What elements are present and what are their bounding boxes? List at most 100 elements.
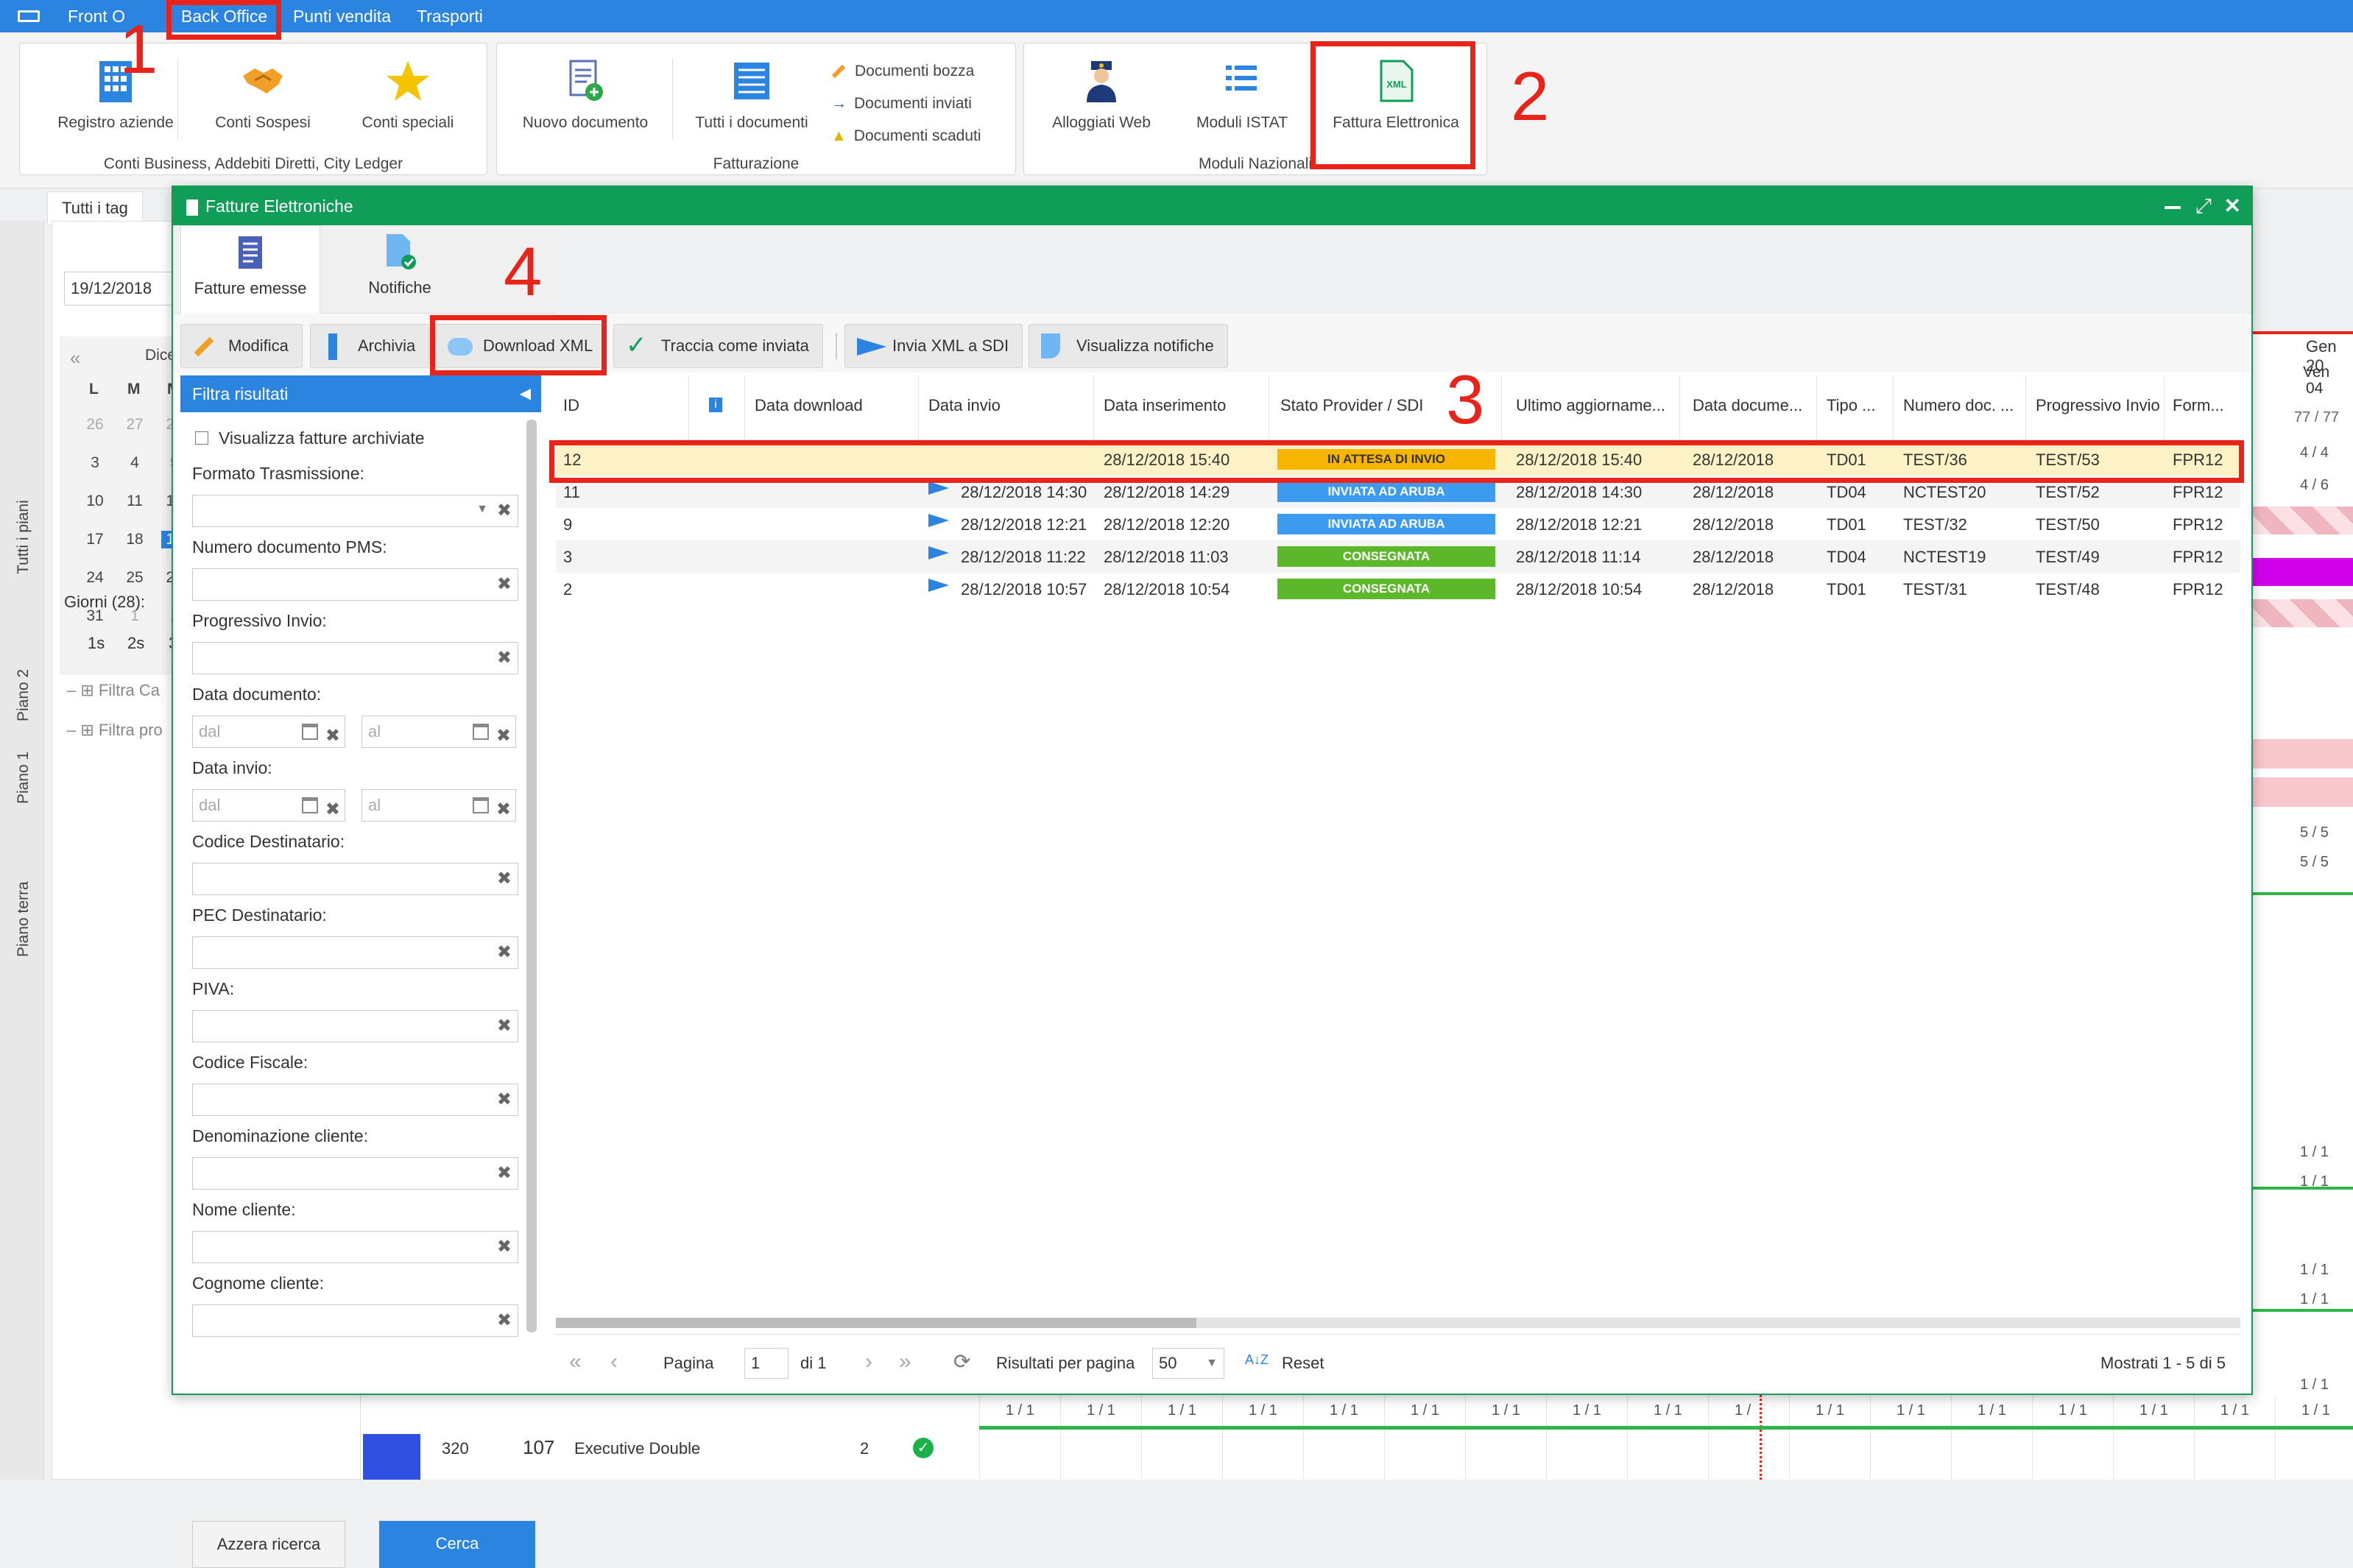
col-id[interactable]: ID <box>563 396 579 415</box>
calendar-day[interactable]: 3 <box>82 454 108 472</box>
reset-search-button[interactable]: Azzera ricerca <box>192 1521 345 1568</box>
table-row[interactable]: 9 28/12/2018 12:21 28/12/2018 12:20 28/12/2… <box>556 508 2240 540</box>
calendar-day[interactable]: 24 <box>82 569 108 587</box>
next-page-icon[interactable]: › <box>865 1349 872 1374</box>
clear-icon[interactable]: ✖ <box>497 573 512 595</box>
filter-field-input[interactable]: ✖ <box>192 1231 518 1263</box>
calendar-day[interactable]: 26 <box>82 416 108 434</box>
archivia-button[interactable]: Archivia <box>310 324 430 368</box>
day-span-button[interactable]: 2s <box>127 634 144 653</box>
clear-icon[interactable]: ✖ <box>497 868 512 889</box>
calendar-day[interactable]: 4 <box>121 454 148 472</box>
calendar-day[interactable]: 11 <box>121 492 148 510</box>
maximize-icon[interactable]: ⤢ <box>2195 187 2212 225</box>
col-ultimo-aggiornamento[interactable]: Ultimo aggiorname... <box>1516 396 1665 415</box>
tab-fatture-emesse[interactable]: Fatture emesse <box>180 225 320 314</box>
menu-icon[interactable] <box>18 10 40 22</box>
calendar-day[interactable]: 17 <box>82 531 108 548</box>
filter-field-input[interactable]: ✖ <box>192 936 518 969</box>
calendar-day[interactable]: 27 <box>121 416 148 434</box>
filter-field-input[interactable]: ▼ ✖ <box>192 495 518 527</box>
side-tab-piano-2[interactable]: Piano 2 <box>15 669 32 721</box>
nuovo-documento-button[interactable]: Nuovo documento <box>504 58 666 132</box>
archived-checkbox[interactable] <box>195 431 208 445</box>
per-page-select[interactable]: 50 ▼ <box>1152 1348 1224 1379</box>
date-field[interactable]: 19/12/2018 <box>64 272 189 306</box>
col-data-download[interactable]: Data download <box>755 396 863 415</box>
day-span-button[interactable]: 1s <box>88 634 105 653</box>
side-tab-piano-terra[interactable]: Piano terra <box>15 881 32 957</box>
search-button[interactable]: Cerca <box>379 1521 535 1568</box>
date-from-input[interactable]: dal ✖ <box>192 716 345 748</box>
col-tipo[interactable]: Tipo ... <box>1827 396 1875 415</box>
prev-page-icon[interactable]: ‹ <box>610 1349 618 1374</box>
conti-sospesi-button[interactable]: Conti Sospesi <box>189 58 336 132</box>
documenti-scaduti-button[interactable]: ▲ Documenti scaduti <box>831 127 981 145</box>
col-formato[interactable]: Form... <box>2173 396 2224 415</box>
prev-month-icon[interactable]: « <box>70 347 80 370</box>
collapse-icon[interactable]: ◀ <box>520 375 531 412</box>
date-to-input[interactable]: al ✖ <box>361 716 516 748</box>
clear-icon[interactable]: ✖ <box>325 721 340 752</box>
tab-notifiche[interactable]: Notifiche <box>326 225 473 314</box>
menu-punti-vendita[interactable]: Punti vendita <box>293 0 391 32</box>
filter-category-expander[interactable]: – ⊞ Filtra Ca <box>67 681 160 700</box>
calendar-icon[interactable] <box>302 724 318 740</box>
filter-products-expander[interactable]: – ⊞ Filtra pro <box>67 721 163 740</box>
registro-aziende-button[interactable]: Registro aziende <box>35 58 197 132</box>
reset-link[interactable]: Reset <box>1282 1354 1324 1373</box>
calendar-icon[interactable] <box>473 724 489 740</box>
filter-field-input[interactable]: ✖ <box>192 568 518 601</box>
calendar-day[interactable]: 25 <box>121 569 148 587</box>
calendar-icon[interactable] <box>302 797 318 813</box>
clear-icon[interactable]: ✖ <box>497 942 512 963</box>
clear-icon[interactable]: ✖ <box>325 794 340 825</box>
side-tab-tutti-piani[interactable]: Tutti i piani <box>15 500 32 574</box>
page-input[interactable]: 1 <box>744 1348 789 1379</box>
clear-icon[interactable]: ✖ <box>497 500 512 521</box>
filter-scrollbar[interactable] <box>526 420 537 1332</box>
invia-xml-button[interactable]: Invia XML a SDI <box>844 324 1023 368</box>
last-page-icon[interactable]: » <box>899 1349 911 1374</box>
documenti-inviati-button[interactable]: → Documenti inviati <box>831 95 972 113</box>
grid-horizontal-scrollbar[interactable] <box>556 1318 2240 1328</box>
alloggiati-web-button[interactable]: Alloggiati Web <box>1031 58 1171 132</box>
calendar-day[interactable]: 10 <box>82 492 108 510</box>
clear-icon[interactable]: ✖ <box>497 1236 512 1257</box>
filter-field-input[interactable]: ✖ <box>192 1010 518 1042</box>
moduli-istat-button[interactable]: Moduli ISTAT <box>1176 58 1308 132</box>
tutti-documenti-button[interactable]: Tutti i documenti <box>678 58 825 132</box>
minimize-icon[interactable] <box>2165 206 2181 209</box>
col-stato[interactable]: Stato Provider / SDI <box>1280 396 1423 415</box>
refresh-icon[interactable]: ⟳ <box>953 1349 970 1374</box>
col-numero-doc[interactable]: Numero doc. ... <box>1903 396 2014 415</box>
first-page-icon[interactable]: « <box>569 1349 582 1374</box>
clear-icon[interactable]: ✖ <box>497 647 512 668</box>
calendar-icon[interactable] <box>473 797 489 813</box>
col-data-invio[interactable]: Data invio <box>928 396 1001 415</box>
clear-icon[interactable]: ✖ <box>497 1310 512 1331</box>
clear-icon[interactable]: ✖ <box>496 721 511 752</box>
filter-field-input[interactable]: ✖ <box>192 863 518 895</box>
clear-icon[interactable]: ✖ <box>497 1089 512 1110</box>
date-from-input[interactable]: dal ✖ <box>192 789 345 822</box>
col-data-documento[interactable]: Data docume... <box>1693 396 1802 415</box>
filter-header[interactable]: Filtra risultati ◀ <box>180 375 541 412</box>
chevron-down-icon[interactable]: ▼ <box>476 503 488 516</box>
menu-trasporti[interactable]: Trasporti <box>417 0 483 32</box>
filter-field-input[interactable]: ✖ <box>192 1084 518 1116</box>
documenti-bozza-button[interactable]: Documenti bozza <box>831 63 974 80</box>
filter-field-input[interactable]: ✖ <box>192 1304 518 1337</box>
conti-speciali-button[interactable]: Conti speciali <box>338 58 478 132</box>
col-progressivo-invio[interactable]: Progressivo Invio <box>2036 396 2160 415</box>
clear-icon[interactable]: ✖ <box>497 1015 512 1036</box>
date-to-input[interactable]: al ✖ <box>361 789 516 822</box>
clear-icon[interactable]: ✖ <box>497 1162 512 1184</box>
visualizza-notifiche-button[interactable]: Visualizza notifiche <box>1029 324 1228 368</box>
scrollbar-thumb[interactable] <box>556 1318 1196 1328</box>
side-tab-piano-1[interactable]: Piano 1 <box>15 752 32 804</box>
close-icon[interactable]: ✕ <box>2224 187 2241 225</box>
filter-field-input[interactable]: ✖ <box>192 1157 518 1190</box>
calendar-day[interactable]: 18 <box>121 531 148 548</box>
menu-front-office[interactable]: Front O <box>68 0 125 32</box>
